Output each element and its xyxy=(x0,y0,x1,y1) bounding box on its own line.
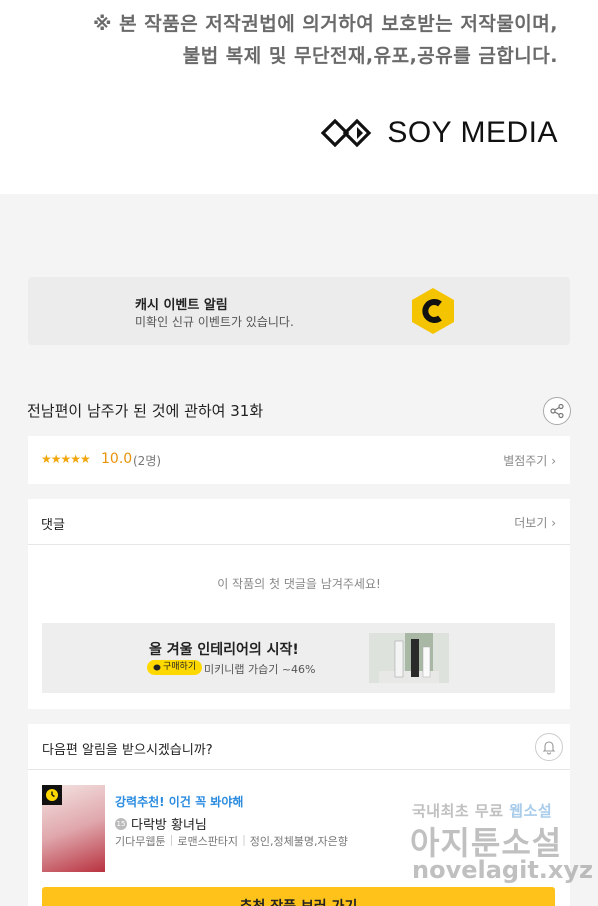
bell-icon xyxy=(542,741,556,755)
notify-button[interactable] xyxy=(535,733,563,761)
rating-stars: ★★★★★ xyxy=(41,452,91,466)
episode-title: 전남편이 남주가 된 것에 관하여 31화 xyxy=(27,402,264,420)
comments-header: 댓글 더보기 › xyxy=(28,499,570,545)
cash-c-logo-icon xyxy=(412,288,454,334)
recommended-thumbnail[interactable] xyxy=(42,785,105,872)
rate-button[interactable]: 별점주기 › xyxy=(503,452,556,469)
comments-more-label: 더보기 xyxy=(514,516,548,530)
tag-item: 정인,정체불명,자은향 xyxy=(249,835,348,848)
ad-buy-label: 구매하기 xyxy=(163,662,197,672)
tag-divider: | xyxy=(169,833,174,846)
share-icon xyxy=(550,403,564,419)
comments-title: 댓글 xyxy=(41,518,65,533)
comments-more-button[interactable]: 더보기 › xyxy=(514,514,556,531)
chat-bubble-icon xyxy=(153,664,161,670)
rating-score: 10.0 xyxy=(101,451,133,467)
copyright-section: ※ 본 작품은 저작권법에 의거하여 보호받는 저작물이며, 불법 복제 및 무… xyxy=(0,0,598,194)
soy-media-logo-icon xyxy=(321,118,372,148)
rating-count: (2명) xyxy=(133,454,162,468)
cash-event-banner[interactable]: 캐시 이벤트 알림 미확인 신규 이벤트가 있습니다. xyxy=(28,277,570,345)
ad-title: 올 겨울 인테리어의 시작! xyxy=(149,642,299,658)
tag-item: 기다무웹툰 xyxy=(115,835,166,848)
age-rating-badge: 15 xyxy=(115,817,127,830)
chevron-right-icon: › xyxy=(551,454,556,468)
copyright-notice: ※ 본 작품은 저작권법에 의거하여 보호받는 저작물이며, 불법 복제 및 무… xyxy=(38,8,558,72)
next-episode-question: 다음편 알림을 받으시겠습니까? xyxy=(42,743,213,758)
next-episode-panel: 다음편 알림을 받으시겠습니까? 강력추천! 이건 꼭 봐야해 15 다락방 황… xyxy=(28,724,570,906)
comments-empty-message: 이 작품의 첫 댓글을 남겨주세요! xyxy=(217,577,381,591)
clock-icon xyxy=(46,789,58,801)
ad-banner[interactable]: 올 겨울 인테리어의 시작! 구매하기 미키니랩 가습기 ~46% xyxy=(42,623,555,693)
tag-item: 로맨스판타지 xyxy=(177,835,239,848)
next-episode-header: 다음편 알림을 받으시겠습니까? xyxy=(28,724,570,770)
rate-button-label: 별점주기 xyxy=(503,454,548,468)
ad-buy-pill: 구매하기 xyxy=(147,660,203,675)
publisher-logo: SOY MEDIA xyxy=(321,116,558,150)
cash-event-subtitle: 미확인 신규 이벤트가 있습니다. xyxy=(135,315,294,329)
humidifier-image xyxy=(369,633,449,683)
ad-description: 미키니랩 가습기 ~46% xyxy=(204,663,316,676)
recommended-title-row[interactable]: 15 다락방 황녀님 xyxy=(115,814,207,833)
see-recommended-button[interactable]: 추천 작품 보러 가기 xyxy=(42,887,555,906)
share-button[interactable] xyxy=(543,397,571,425)
recommended-tags: 기다무웹툰 | 로맨스판타지 | 정인,정체불명,자은향 xyxy=(115,833,348,849)
copyright-line-2: 불법 복제 및 무단전재,유포,공유를 금합니다. xyxy=(182,45,558,67)
chevron-right-icon: › xyxy=(551,516,556,530)
copyright-line-1: ※ 본 작품은 저작권법에 의거하여 보호받는 저작물이며, xyxy=(93,13,558,35)
rating-panel: ★★★★★ 10.0 (2명) 별점주기 › xyxy=(28,436,570,484)
wait-free-badge xyxy=(42,785,62,805)
publisher-name: SOY MEDIA xyxy=(387,116,558,149)
cash-event-title: 캐시 이벤트 알림 xyxy=(135,298,228,313)
recommend-label: 강력추천! 이건 꼭 봐야해 xyxy=(115,795,244,809)
ad-product-image xyxy=(369,633,449,683)
recommended-title: 다락방 황녀님 xyxy=(131,818,207,833)
comments-panel: 댓글 더보기 › 이 작품의 첫 댓글을 남겨주세요! 올 겨울 인테리어의 시… xyxy=(28,499,570,709)
tag-divider: | xyxy=(242,833,246,846)
